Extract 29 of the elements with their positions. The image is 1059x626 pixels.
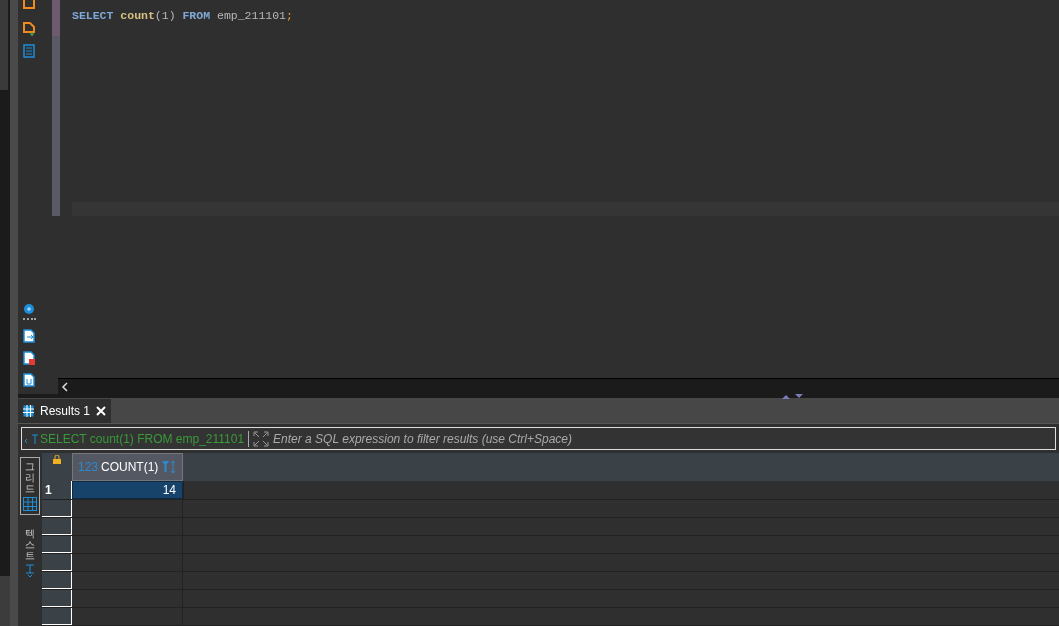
text-cursor-icon — [24, 432, 40, 445]
sql-statement: SELECT count(1) FROM emp_211101; — [72, 8, 294, 24]
view-tab[interactable]: 텍스트 — [20, 525, 40, 581]
error-document-icon[interactable] — [23, 351, 35, 365]
column-header[interactable]: 123 COUNT(1) — [72, 453, 183, 481]
new-script-icon[interactable] — [22, 22, 36, 36]
number-type-label: 123 — [78, 458, 99, 476]
filter-field[interactable]: Enter a SQL expression to filter results (use Ctrl+Space) — [273, 428, 1055, 449]
panel-footer — [0, 576, 10, 626]
export-document-icon[interactable] — [23, 329, 35, 343]
horizontal-scrollbar[interactable] — [58, 378, 1059, 394]
query-text: SELECT count(1) FROM emp_211101 — [40, 430, 245, 448]
lock-icon — [53, 455, 61, 464]
scroll-left-icon[interactable] — [61, 381, 69, 392]
dots-icon — [22, 318, 36, 321]
expand-icon[interactable] — [253, 430, 270, 447]
data-document-icon[interactable] — [23, 373, 35, 387]
scrollbar-thumb[interactable] — [0, 0, 8, 90]
grid-icon — [23, 405, 34, 417]
results-tab[interactable]: Results 1 — [18, 399, 112, 423]
filter-bar[interactable]: SELECT count(1) FROM emp_211101 Enter a SQL expression to filter results (use Ctrl+Space) — [21, 427, 1056, 450]
grid-icon — [23, 497, 37, 511]
column-name: COUNT(1) — [101, 458, 159, 476]
document-icon[interactable] — [22, 44, 36, 58]
resize-arrows-icon[interactable] — [781, 394, 805, 399]
view-tab[interactable]: 그리드 — [20, 457, 40, 515]
text-cursor-icon — [25, 564, 35, 578]
ruler-marker — [52, 0, 60, 36]
close-icon[interactable] — [96, 406, 107, 416]
